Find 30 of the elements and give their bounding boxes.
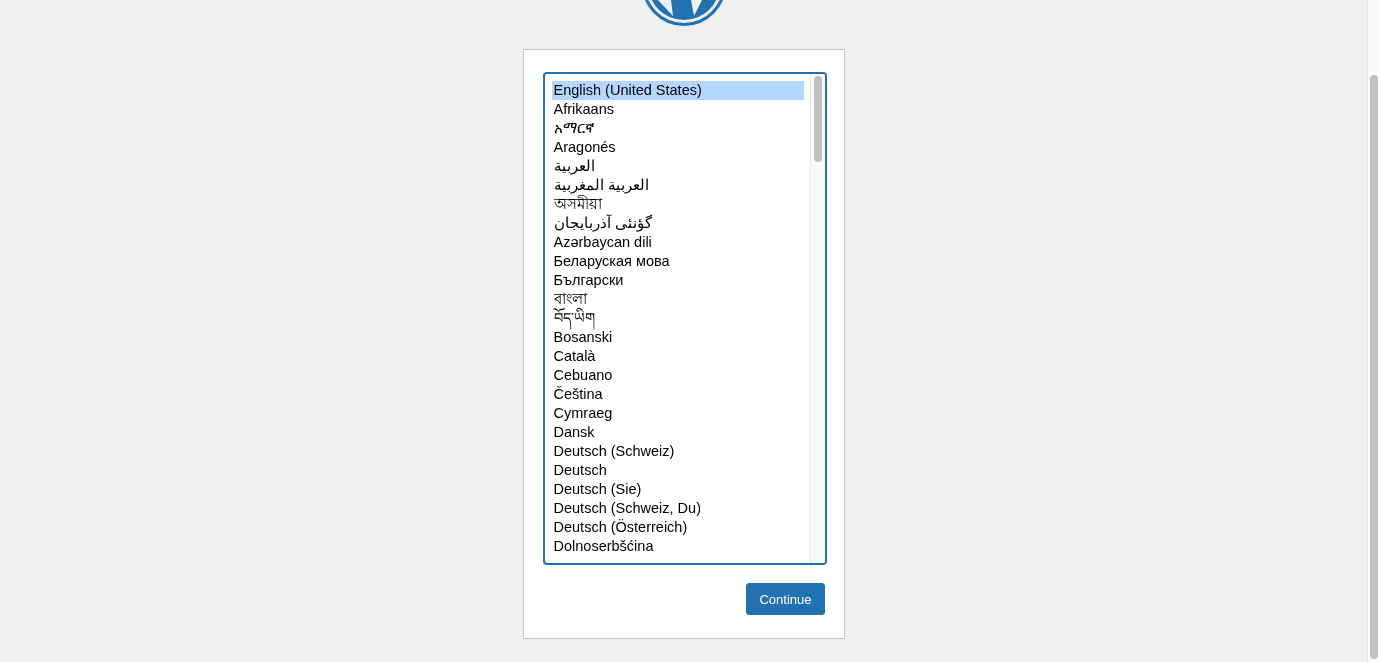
language-option[interactable]: Deutsch (Sie) [551,480,804,499]
language-option[interactable]: العربية المغربية [551,176,804,195]
scrollbar-thumb[interactable] [813,76,822,162]
page-scrollbar[interactable] [1367,0,1380,662]
language-option[interactable]: Deutsch (Österreich) [551,518,804,537]
language-option[interactable]: Беларуская мова [551,252,804,271]
language-option[interactable]: العربية [551,157,804,176]
language-option[interactable]: አማርኛ [551,119,804,138]
language-option[interactable]: অসমীয়া [551,195,804,214]
language-option[interactable]: বাংলা [551,290,804,309]
language-option[interactable]: Cymraeg [551,404,804,423]
language-option[interactable]: Azərbaycan dili [551,233,804,252]
language-option[interactable]: Afrikaans [551,100,804,119]
language-option[interactable]: Dansk [551,423,804,442]
continue-button[interactable]: Continue [746,583,825,615]
language-option[interactable]: گؤنئی آذربایجان [551,214,804,233]
language-option[interactable]: Български [551,271,804,290]
language-option[interactable]: Deutsch (Schweiz, Du) [551,499,804,518]
language-option[interactable]: Aragonés [551,138,804,157]
language-option[interactable]: Deutsch (Schweiz) [551,442,804,461]
language-option[interactable]: Deutsch [551,461,804,480]
language-option[interactable]: བོད་ཡིག [551,309,804,328]
scrollbar-thumb[interactable] [1370,75,1378,659]
language-option[interactable]: Cebuano [551,366,804,385]
list-scrollbar[interactable] [809,74,825,563]
language-option[interactable]: English (United States) [551,81,804,100]
language-option[interactable]: Català [551,347,804,366]
language-listbox[interactable] [542,72,827,565]
language-option[interactable]: Dolnoserbšćina [551,537,804,556]
language-option[interactable]: Čeština [551,385,804,404]
